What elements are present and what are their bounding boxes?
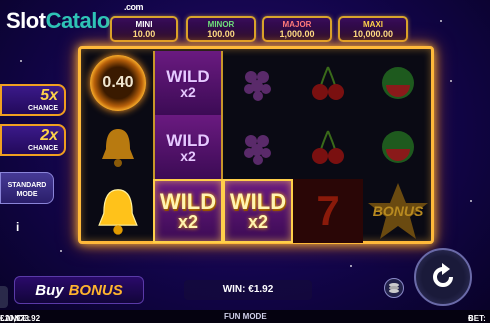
win-display: WIN: €1.92 xyxy=(184,280,312,300)
grapes-icon xyxy=(223,51,293,115)
mode-label: FUN MODE xyxy=(224,312,267,321)
jackpot-maxi: MAXI 10,000.00 xyxy=(338,16,408,42)
jackpot-minor: MINOR 100.00 xyxy=(186,16,256,42)
sparkle xyxy=(350,265,352,267)
refresh-icon xyxy=(433,263,453,287)
sparkle xyxy=(440,20,442,22)
chance-5x-button[interactable]: 5x CHANCE xyxy=(0,84,66,116)
jackpot-major: MAJOR 1,000.00 xyxy=(262,16,332,42)
bottom-status-bar: LANCE: €10,973.92 FUN MODE BET: € xyxy=(0,310,490,323)
wild-x2-symbol: WILD x2 xyxy=(153,115,223,179)
grapes-icon xyxy=(223,115,293,179)
bonus-star-symbol: BONUS xyxy=(363,179,433,243)
cherries-icon xyxy=(293,51,363,115)
spin-button[interactable] xyxy=(414,248,472,306)
menu-tab[interactable] xyxy=(0,286,8,308)
watermelon-icon xyxy=(363,51,433,115)
sparkle xyxy=(450,80,452,82)
jackpot-mini: MINI 10.00 xyxy=(110,16,178,42)
seven-symbol: 7 xyxy=(293,179,363,243)
watermelon-icon xyxy=(363,115,433,179)
sparkle xyxy=(470,200,472,202)
sparkle xyxy=(60,250,62,252)
chance-2x-button[interactable]: 2x CHANCE xyxy=(0,124,66,156)
standard-mode-button[interactable]: STANDARD MODE xyxy=(0,172,54,204)
wild-x2-symbol: WILD x2 xyxy=(153,51,223,115)
sparkle xyxy=(20,60,22,62)
coin-symbol: 0.40 xyxy=(83,51,153,115)
reel-grid: 0.40 WILD x2 WILD x2 WILD x2 WILD x2 7 B… xyxy=(78,46,434,244)
bell-icon xyxy=(83,179,153,243)
wild-x2-symbol-win: WILD x2 xyxy=(153,179,223,243)
wild-x2-symbol-win: WILD x2 xyxy=(223,179,293,243)
info-button[interactable]: i xyxy=(16,220,19,234)
watermark-logo: SlotCatalog .com xyxy=(6,2,144,33)
buy-bonus-button[interactable]: Buy BONUS xyxy=(14,276,144,304)
cherries-icon xyxy=(293,115,363,179)
bell-icon xyxy=(83,115,153,179)
coin-stack-icon[interactable] xyxy=(384,278,404,298)
